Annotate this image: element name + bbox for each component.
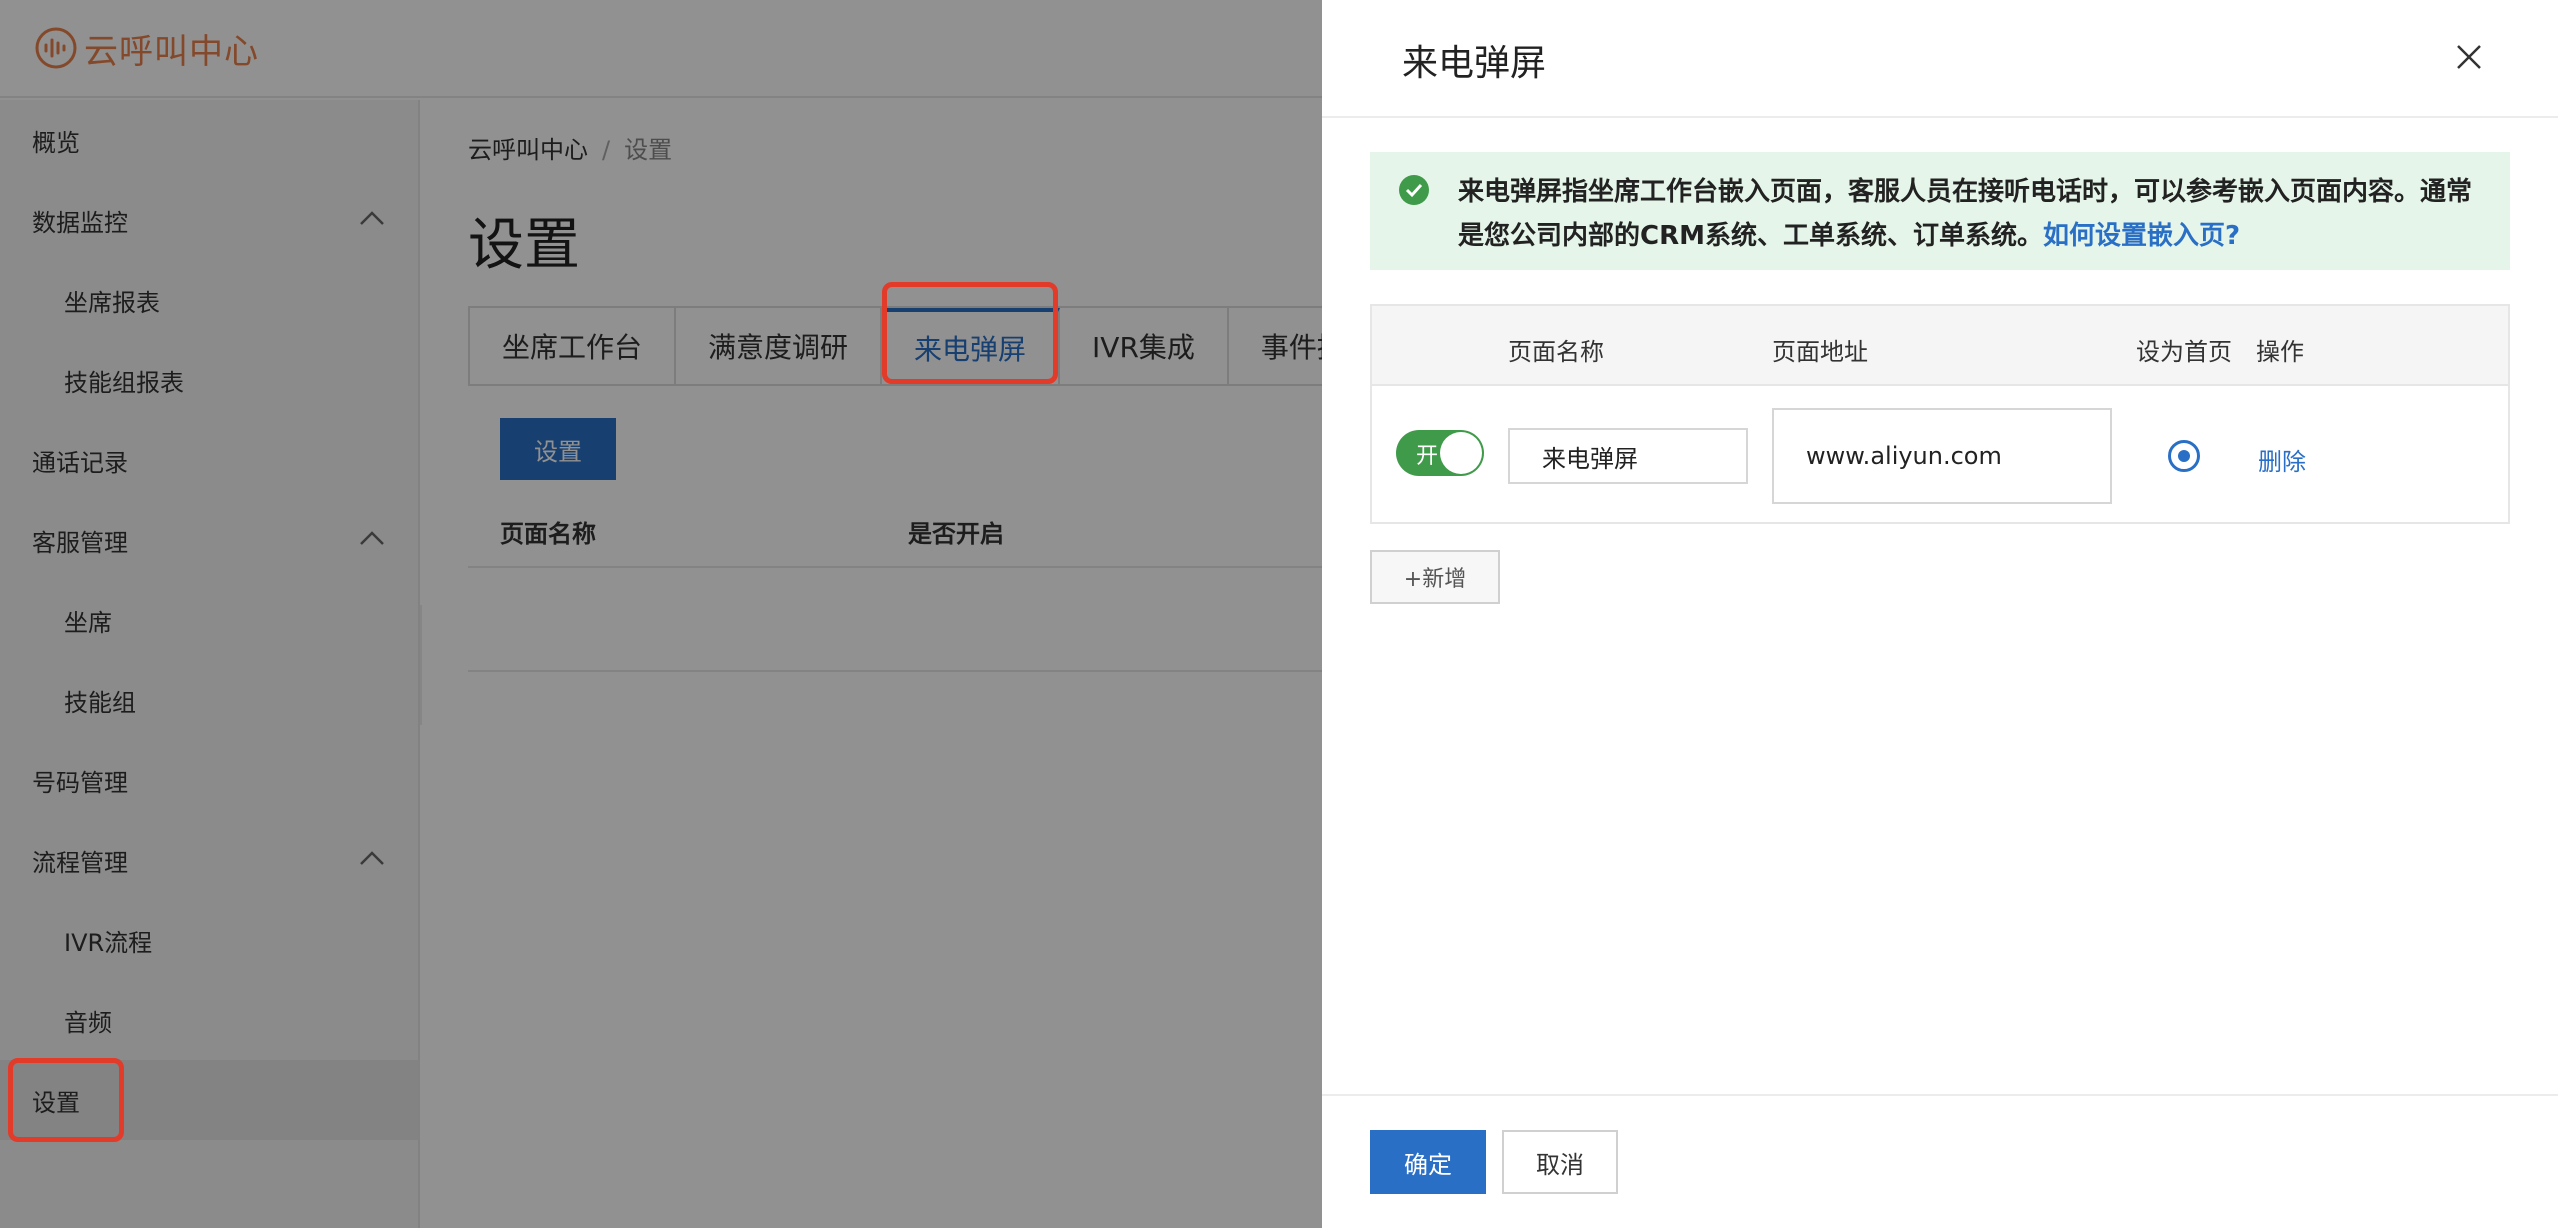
table-header: 页面名称 页面地址 设为首页 操作 [1372,306,2508,386]
info-notice: 来电弹屏指坐席工作台嵌入页面，客服人员在接听电话时，可以参考嵌入页面内容。通常是… [1370,152,2510,270]
enable-toggle[interactable]: 开 [1396,430,1484,476]
notice-text: 来电弹屏指坐席工作台嵌入页面，客服人员在接听电话时，可以参考嵌入页面内容。通常是… [1458,177,2473,251]
drawer-title: 来电弹屏 [1402,43,1547,84]
column-header-page-url: 页面地址 [1772,338,1868,366]
help-link[interactable]: 如何设置嵌入页? [2043,221,2240,251]
incoming-popup-drawer: 来电弹屏 来电弹屏指坐席工作台嵌入页面，客服人员在接听电话时，可以参考嵌入页面内… [1322,0,2558,1228]
page-name-input[interactable]: 来电弹屏 [1508,428,1748,484]
add-page-button[interactable]: +新增 [1370,550,1500,604]
cancel-button[interactable]: 取消 [1502,1130,1618,1194]
table-row: 开 来电弹屏 www.aliyun.com 删除 [1372,388,2508,522]
drawer-footer: 确定 取消 [1322,1094,2558,1228]
page-url-input[interactable]: www.aliyun.com [1772,408,2112,504]
toggle-knob [1440,432,1482,474]
delete-link[interactable]: 删除 [2258,442,2306,477]
confirm-button[interactable]: 确定 [1370,1130,1486,1194]
column-header-set-home: 设为首页 [2136,338,2232,366]
set-home-radio[interactable] [2168,440,2200,472]
column-header-actions: 操作 [2256,338,2304,366]
column-header-page-name: 页面名称 [1508,338,1604,366]
highlight-tab-annotation [882,282,1058,384]
embed-page-table: 页面名称 页面地址 设为首页 操作 开 来电弹屏 www.aliyun.com … [1370,304,2510,524]
close-icon[interactable] [2454,42,2484,72]
highlight-sidebar-annotation [8,1058,124,1142]
drawer-header: 来电弹屏 [1322,0,2558,118]
check-circle-icon [1399,175,1429,205]
toggle-label: 开 [1416,444,1439,469]
